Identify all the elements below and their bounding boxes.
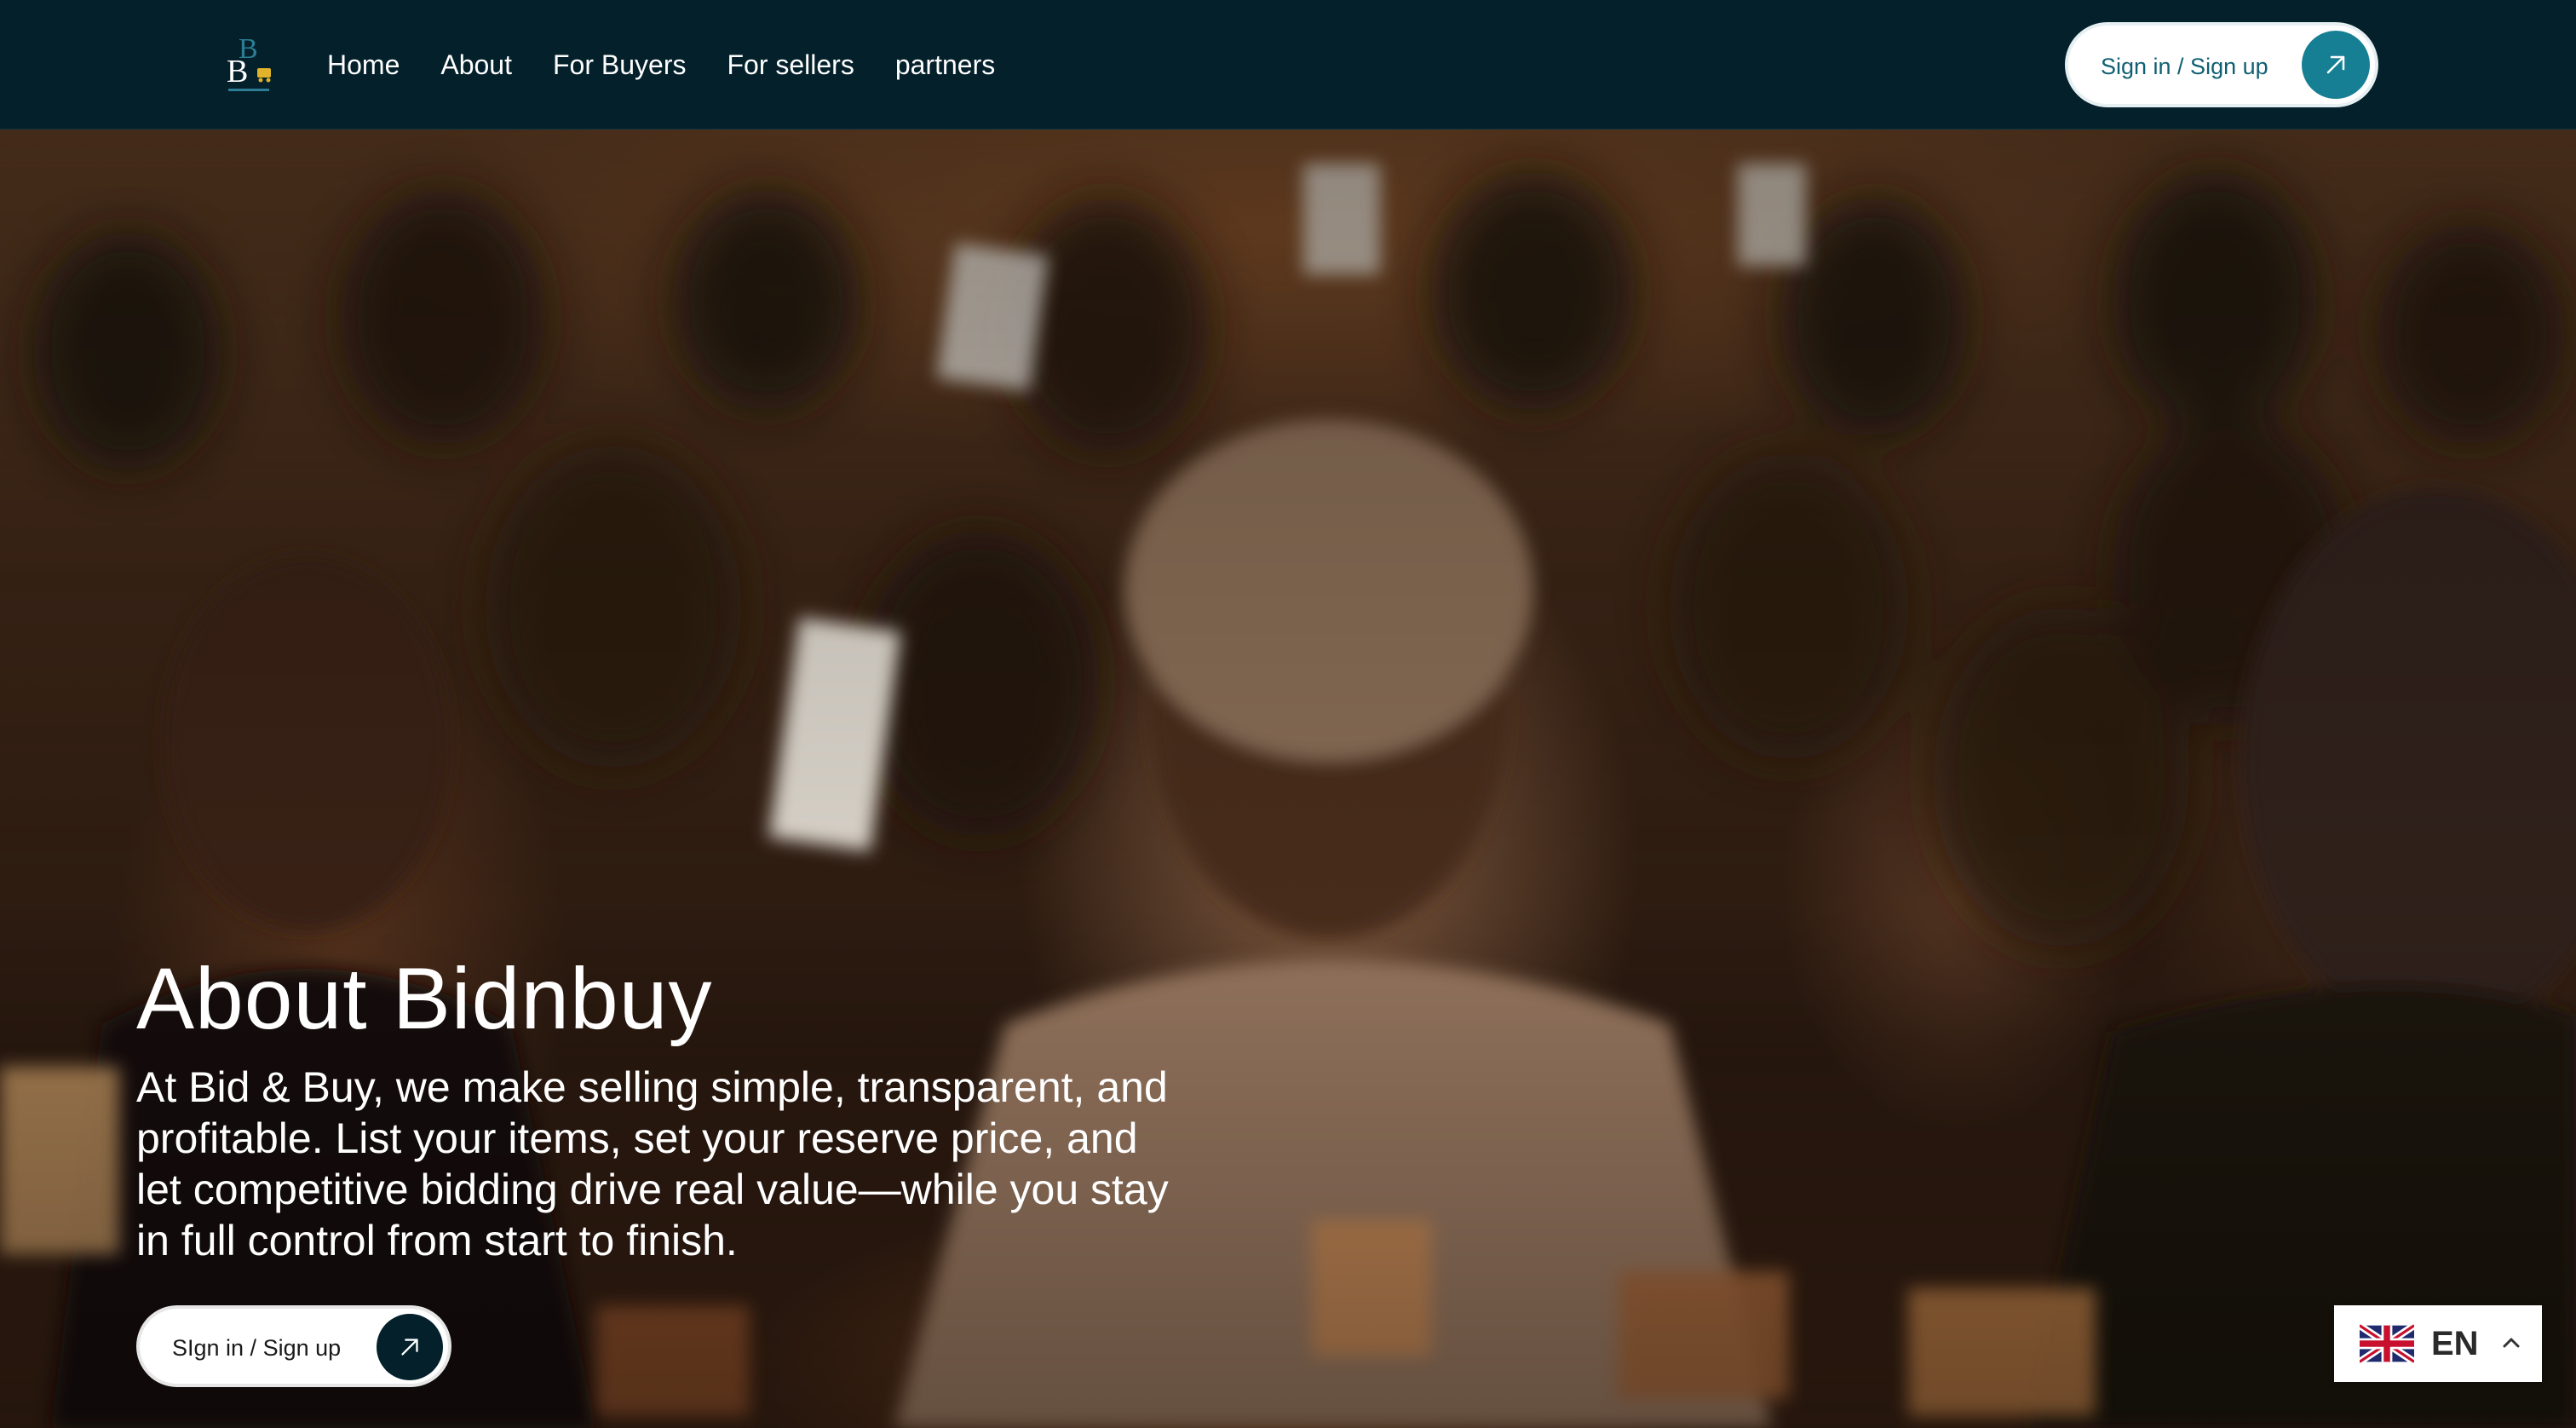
language-selector[interactable]: EN	[2334, 1305, 2542, 1382]
nav-sign-in-label: Sign in / Sign up	[2101, 54, 2268, 79]
svg-text:B: B	[227, 54, 248, 89]
uk-flag-icon	[2360, 1322, 2414, 1365]
nav-link-home[interactable]: Home	[327, 44, 400, 85]
top-navbar: B B Home About For Buyers For sellers pa…	[0, 0, 2576, 130]
main-nav: Home About For Buyers For sellers partne…	[327, 44, 995, 85]
hero-title: About Bidnbuy	[136, 950, 713, 1047]
hero-description: At Bid & Buy, we make selling simple, tr…	[136, 1063, 1169, 1264]
hero-sign-in-button[interactable]: SIgn in / Sign up	[136, 1305, 451, 1387]
chevron-up-icon	[2503, 1338, 2520, 1348]
hero-section: About Bidnbuy At Bid & Buy, we make sell…	[0, 130, 2576, 1428]
nav-link-partners[interactable]: partners	[895, 44, 995, 85]
arrow-up-right-icon	[377, 1314, 443, 1380]
arrow-up-right-icon	[2302, 31, 2370, 99]
language-code: EN	[2431, 1325, 2479, 1362]
nav-sign-in-button[interactable]: Sign in / Sign up	[2065, 22, 2378, 107]
nav-link-for-buyers[interactable]: For Buyers	[553, 44, 686, 85]
hero-sign-in-label: SIgn in / Sign up	[172, 1335, 342, 1361]
nav-link-for-sellers[interactable]: For sellers	[727, 44, 854, 85]
nav-link-about[interactable]: About	[440, 44, 512, 85]
bidnbuy-logo[interactable]: B B	[223, 29, 278, 97]
